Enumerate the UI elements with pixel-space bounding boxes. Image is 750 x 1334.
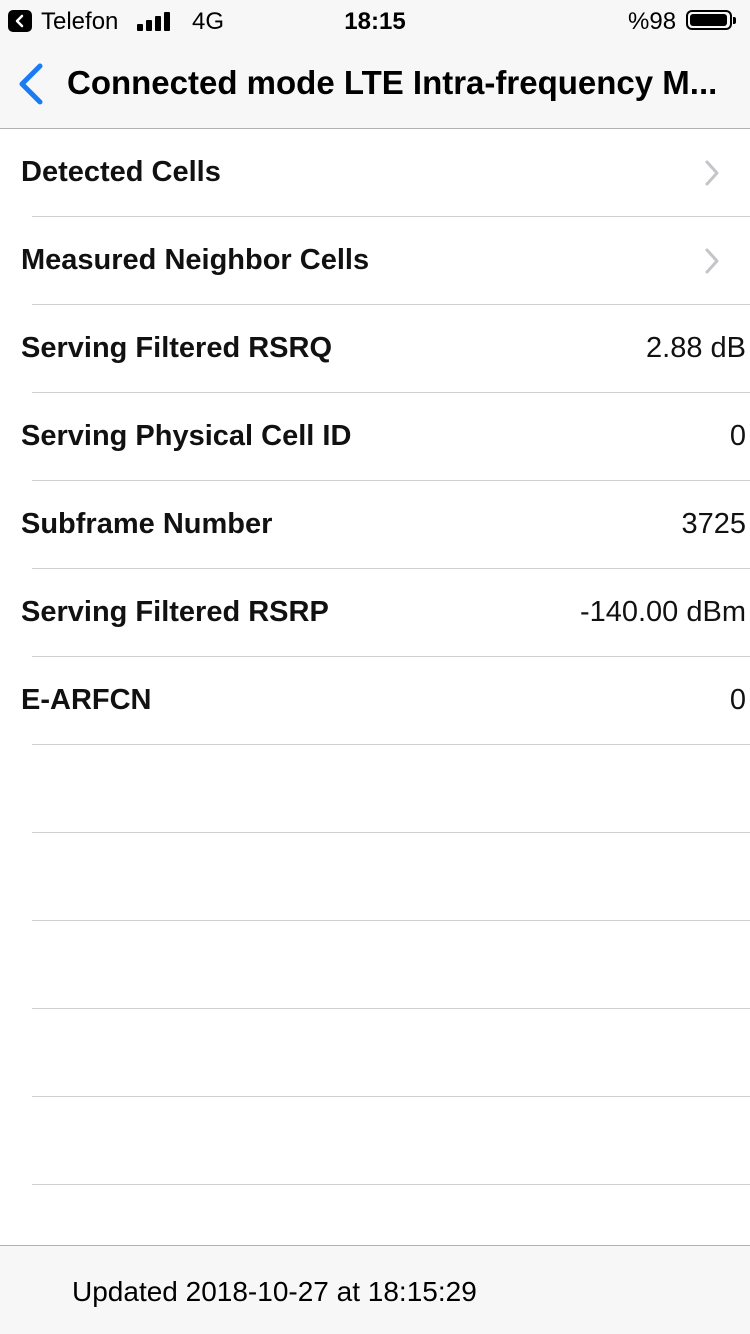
- row-serving-filtered-rsrq: Serving Filtered RSRQ 2.88 dB: [0, 305, 750, 393]
- row-value: -140.00 dBm: [579, 596, 746, 628]
- row-subframe-number: Subframe Number 3725: [0, 481, 750, 569]
- back-chevron-icon[interactable]: [14, 60, 50, 108]
- row-value: 0: [729, 420, 746, 452]
- chevron-right-icon: [705, 248, 719, 274]
- info-list: Detected Cells Measured Neighbor Cells S…: [0, 129, 750, 1185]
- row-e-arfcn: E-ARFCN 0: [0, 657, 750, 745]
- updated-timestamp: Updated 2018-10-27 at 18:15:29: [72, 1276, 477, 1307]
- empty-row: [0, 921, 750, 1009]
- battery-icon: [686, 10, 736, 30]
- bottom-toolbar: Updated 2018-10-27 at 18:15:29: [0, 1245, 750, 1334]
- screen: Telefon 4G 18:15 %98 Connected mode LTE …: [0, 0, 750, 1334]
- row-label: E-ARFCN: [21, 684, 152, 716]
- row-label: Serving Physical Cell ID: [21, 420, 352, 452]
- row-label: Measured Neighbor Cells: [21, 244, 370, 276]
- navigation-bar: Connected mode LTE Intra-frequency M...: [0, 40, 750, 129]
- status-bar: Telefon 4G 18:15 %98: [0, 0, 750, 40]
- battery-percentage: %98: [628, 8, 677, 35]
- row-label: Serving Filtered RSRP: [21, 596, 329, 628]
- row-serving-physical-cell-id: Serving Physical Cell ID 0: [0, 393, 750, 481]
- row-value: 0: [729, 684, 746, 716]
- row-serving-filtered-rsrp: Serving Filtered RSRP -140.00 dBm: [0, 569, 750, 657]
- row-label: Serving Filtered RSRQ: [21, 332, 333, 364]
- page-title: Connected mode LTE Intra-frequency M...: [67, 64, 718, 101]
- row-label: Detected Cells: [21, 156, 221, 188]
- empty-row: [0, 745, 750, 833]
- empty-row: [0, 1009, 750, 1097]
- row-value: 2.88 dB: [646, 332, 746, 364]
- chevron-right-icon: [705, 160, 719, 186]
- row-measured-neighbor-cells[interactable]: Measured Neighbor Cells: [0, 217, 750, 305]
- empty-row: [0, 1097, 750, 1185]
- empty-row: [0, 833, 750, 921]
- row-detected-cells[interactable]: Detected Cells: [0, 129, 750, 217]
- row-value: 3725: [681, 508, 746, 540]
- row-label: Subframe Number: [21, 508, 273, 540]
